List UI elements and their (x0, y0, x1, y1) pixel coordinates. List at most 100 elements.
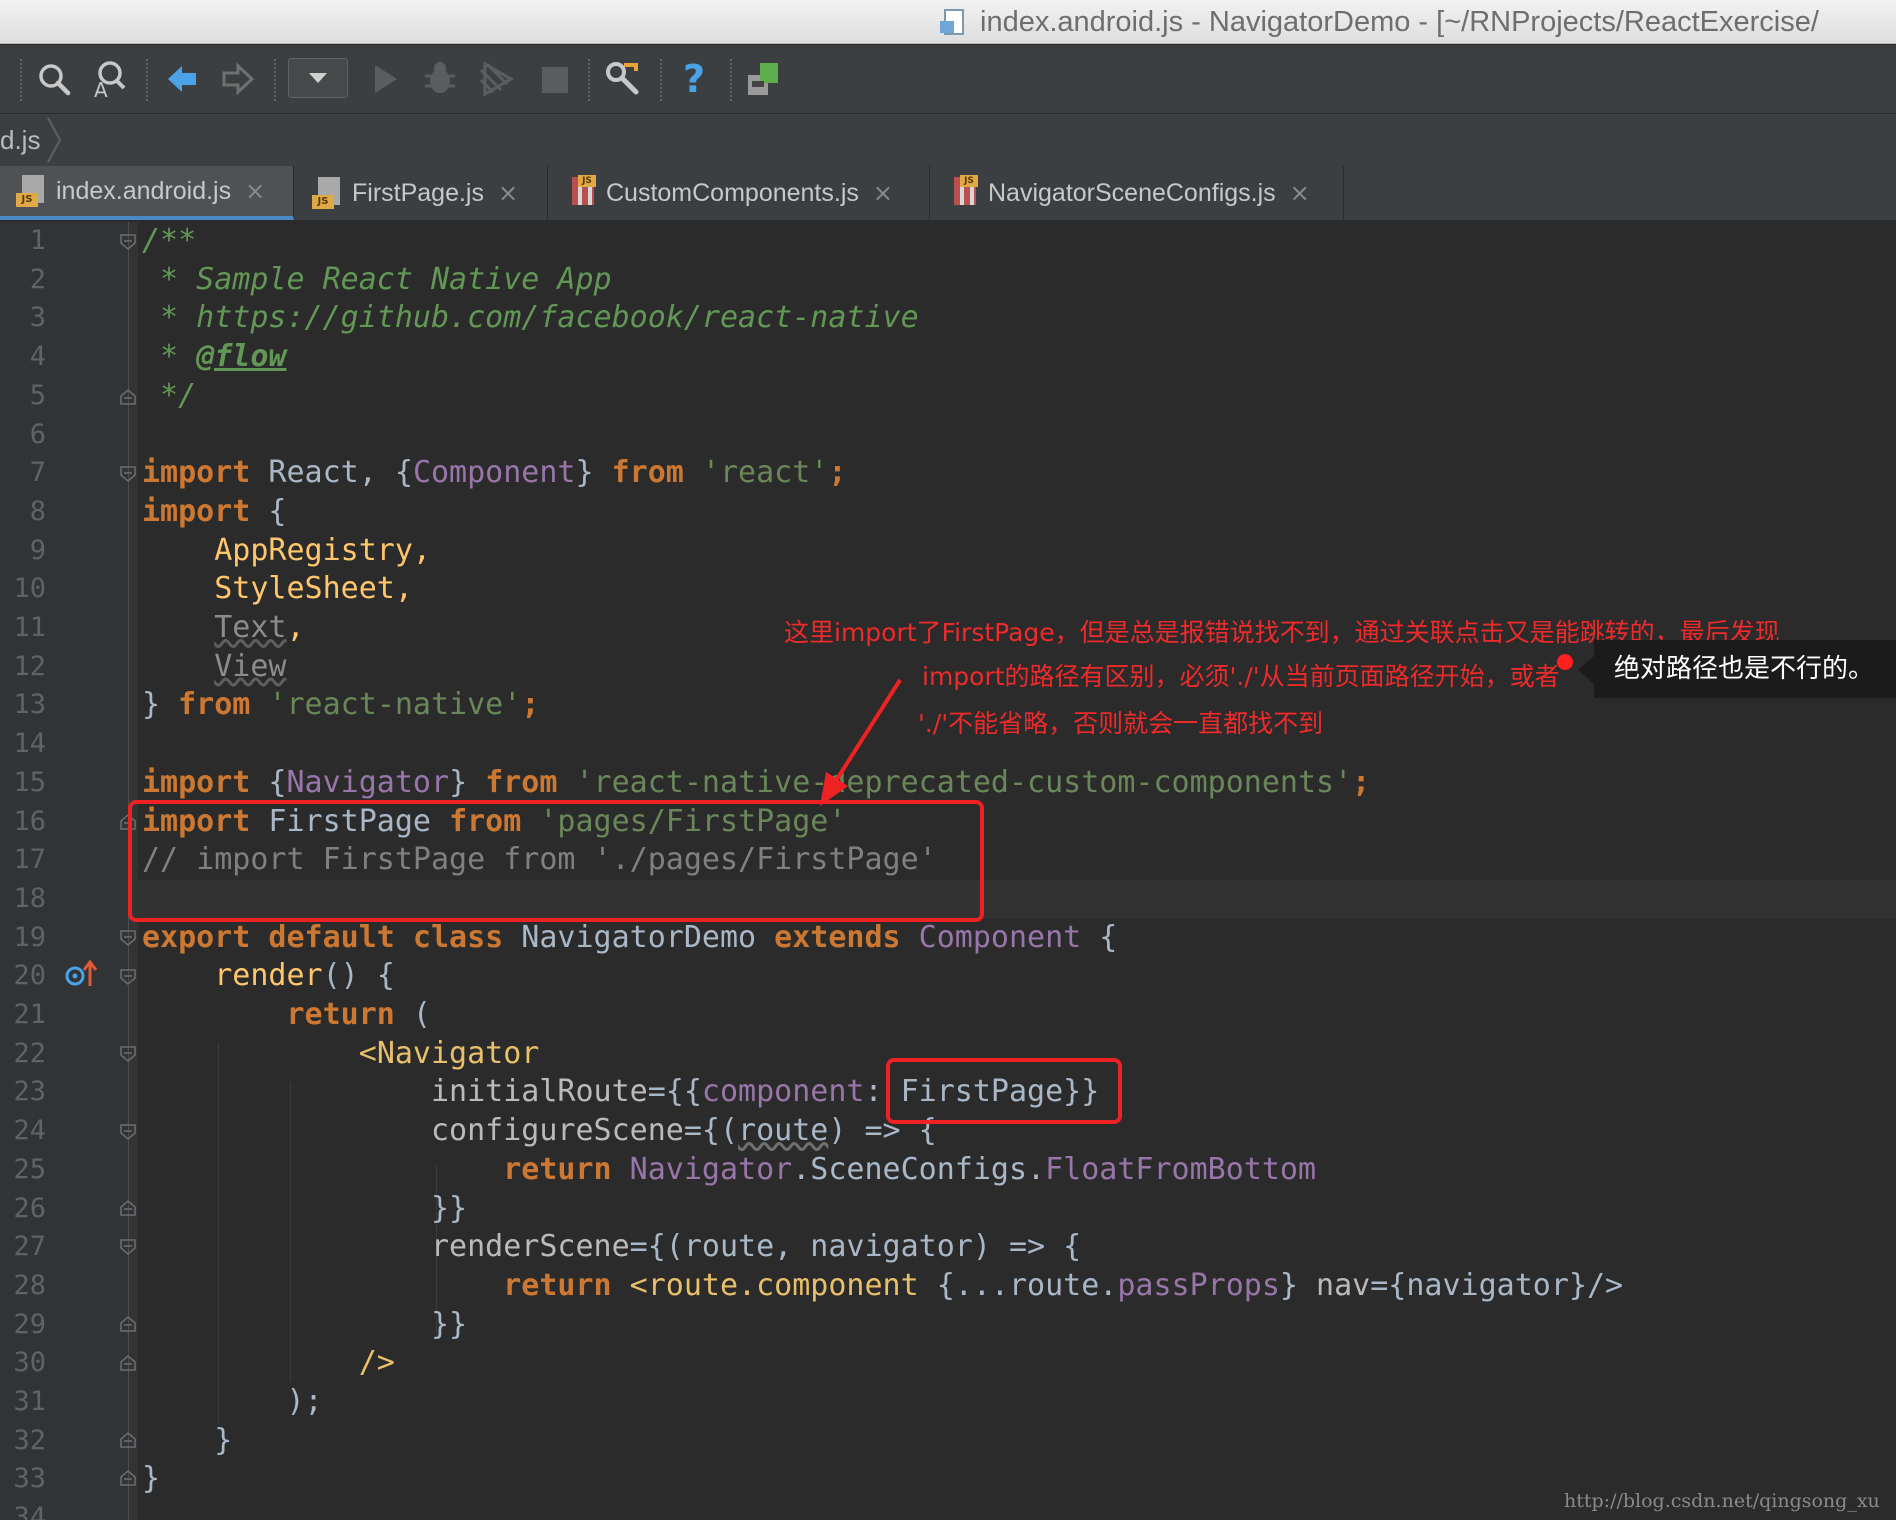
run-icon[interactable] (360, 55, 408, 103)
fold-end-marker-icon[interactable] (118, 1314, 138, 1334)
fold-marker-icon[interactable] (118, 928, 138, 948)
fold-end-marker-icon[interactable] (118, 1430, 138, 1450)
toolbar-separator (660, 59, 662, 101)
code-line-7: import React, {Component} from 'react'; (142, 455, 847, 491)
code-line-11: Text, (214, 610, 305, 645)
line-number: 24 (13, 1115, 46, 1147)
line-number: 12 (13, 650, 46, 682)
line-number: 26 (13, 1192, 46, 1224)
fold-marker-icon[interactable] (118, 1044, 138, 1064)
toolbar-separator (730, 59, 732, 101)
line-number: 13 (13, 689, 46, 721)
fold-end-marker-icon[interactable] (118, 1353, 138, 1373)
coverage-icon[interactable] (472, 55, 520, 103)
override-method-icon[interactable] (64, 958, 98, 995)
code-line-20: render() { (214, 958, 395, 994)
line-number: 3 (29, 302, 46, 334)
code-line-27: renderScene={(route, navigator) => { (142, 1229, 1082, 1265)
line-number: 2 (29, 263, 46, 295)
tab-navigatorsceneconfigs-js[interactable]: JS NavigatorSceneConfigs.js × (932, 166, 1344, 220)
stop-icon[interactable] (530, 55, 578, 103)
close-icon[interactable]: × (873, 179, 893, 207)
code-line-2: * Sample React Native App (142, 261, 612, 297)
code-line-3: * https://github.com/facebook/react-nati… (142, 300, 919, 336)
line-number: 15 (13, 766, 46, 798)
line-number: 8 (29, 495, 46, 527)
line-number: 4 (29, 341, 46, 373)
line-number: 1 (29, 225, 46, 256)
fold-marker-icon[interactable] (118, 1122, 138, 1142)
fold-marker-icon[interactable] (118, 232, 138, 252)
help-icon[interactable]: ? (670, 55, 718, 103)
line-number: 5 (29, 379, 46, 411)
svg-text:A: A (94, 78, 108, 99)
toolbar-separator (146, 59, 148, 101)
code-line-9: AppRegistry, (142, 532, 431, 568)
debug-icon[interactable] (416, 55, 464, 103)
toolbar-separator (20, 59, 22, 101)
line-number: 21 (13, 999, 46, 1030)
dropdown-icon (309, 73, 327, 83)
fold-end-marker-icon[interactable] (118, 1198, 138, 1218)
line-number: 14 (13, 728, 46, 760)
line-number: 9 (29, 534, 46, 566)
close-icon[interactable]: × (1290, 179, 1310, 207)
window-title-group: index.android.js - NavigatorDemo - [~/RN… (940, 0, 1819, 44)
code-line-12: View (214, 648, 287, 684)
help-label: ? (682, 57, 706, 101)
code-line-1: /** (142, 223, 197, 258)
code-editor[interactable]: 1 2 3 4 5 6 7 8 9 10 11 12 13 14 15 16 17 18 19 20 21 22 23 24 2… (0, 222, 1896, 1520)
import-highlight-box (128, 800, 984, 922)
firstpage-highlight-box (886, 1058, 1122, 1124)
fold-marker-icon[interactable] (118, 967, 138, 987)
line-number: 18 (13, 882, 46, 914)
line-number: 29 (13, 1308, 46, 1340)
tab-label: CustomComponents.js (606, 178, 859, 207)
fold-end-marker-icon[interactable] (118, 1468, 138, 1488)
code-line-24: configureScene={(route) => { (142, 1113, 937, 1149)
close-icon[interactable]: × (498, 179, 518, 207)
back-arrow-icon[interactable] (158, 55, 206, 103)
line-number: 33 (13, 1463, 46, 1495)
code-line-13: } from 'react-native'; (142, 687, 540, 723)
code-line-22: <Navigator (142, 1035, 540, 1071)
find-usages-icon[interactable]: A (86, 55, 134, 103)
run-config-dropdown[interactable] (288, 58, 348, 98)
code-line-32: } (142, 1422, 233, 1458)
annotation-text-line-3: './'不能省略，否则就会一直都找不到 (918, 709, 1324, 738)
line-number: 34 (13, 1502, 46, 1520)
forward-arrow-icon[interactable] (214, 55, 262, 103)
window-title: index.android.js - NavigatorDemo - [~/RN… (980, 5, 1819, 38)
fold-marker-icon[interactable] (118, 1237, 138, 1257)
fold-marker-icon[interactable] (118, 464, 138, 484)
watermark: http://blog.csdn.net/qingsong_xu (1564, 1490, 1880, 1512)
code-line-8: import { (142, 493, 287, 529)
line-number: 20 (13, 960, 46, 992)
toolbar-separator (588, 59, 590, 101)
annotation-text-line-2: import的路径有区别，必须'./'从当前页面路径开始，或者 (922, 662, 1560, 691)
tab-firstpage-js[interactable]: JS FirstPage.js × (296, 166, 548, 220)
code-line-31: ); (142, 1384, 323, 1419)
sdk-manager-icon[interactable] (740, 55, 788, 103)
tab-label: index.android.js (56, 176, 232, 205)
annotation-dot-icon (1557, 654, 1573, 670)
fold-end-marker-icon[interactable] (118, 387, 138, 407)
tab-customcomponents-js[interactable]: JS CustomComponents.js × (550, 166, 930, 220)
code-line-29: }} (142, 1306, 468, 1342)
code-line-30: /> (142, 1345, 395, 1381)
line-number: 23 (13, 1076, 46, 1108)
code-line-33: } (142, 1461, 161, 1497)
close-icon[interactable]: × (245, 177, 265, 205)
code-line-25: return Navigator.SceneConfigs.FloatFromB… (503, 1151, 1317, 1187)
search-icon[interactable] (30, 55, 78, 103)
line-number: 27 (13, 1231, 46, 1263)
settings-icon[interactable] (598, 55, 646, 103)
code-line-26: }} (142, 1190, 468, 1226)
js-library-file-icon: JS (566, 175, 596, 211)
code-line-5: */ (142, 377, 197, 413)
line-number: 30 (13, 1347, 46, 1379)
line-number: 6 (29, 418, 46, 450)
js-library-file-icon: JS (948, 175, 978, 211)
tab-index-android-js[interactable]: JS index.android.js × (0, 166, 294, 220)
tooltip-pointer (1578, 656, 1594, 684)
